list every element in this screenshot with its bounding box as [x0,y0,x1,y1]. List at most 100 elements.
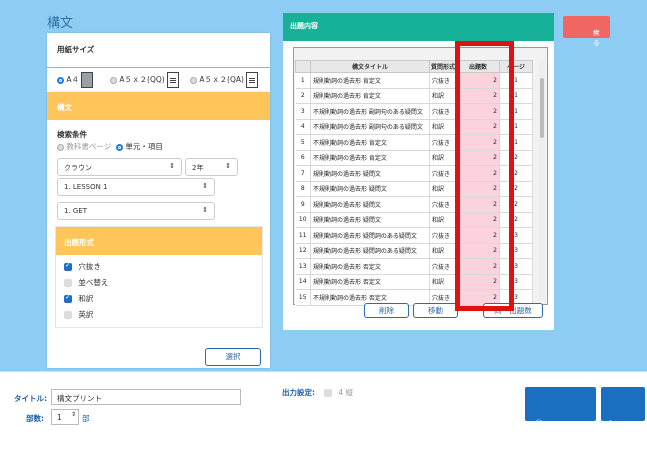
output-settings-label: 出力設定: [282,388,315,397]
preview-button-label: プレビュー [535,420,543,473]
row-title: 不規則動詞の過去形 疑問文 [310,181,430,197]
title-input[interactable]: 構文プリント [51,389,241,405]
radio-textbook-label: 教科書ページ [66,142,112,151]
row-title: 規則動詞の過去形 疑問文 [310,212,430,228]
questions-panel-header: 出題内容 [283,13,554,41]
radio-textbook-icon[interactable] [57,143,64,151]
select-arrow-icon: ⇕ [225,162,231,170]
lesson-select[interactable]: 1. LESSON 1 ⇕ [57,178,215,196]
paper-a5qa-icon [246,72,259,88]
row-index: 13 [295,258,311,275]
highlight-frame [455,41,514,311]
table-scrollbar[interactable] [539,60,545,300]
print-button[interactable]: ⎙ 印刷 [601,387,645,440]
scrollbar-thumb[interactable] [540,78,544,138]
row-format: 穴抜き [429,165,457,182]
paper-option-a5qa[interactable]: A５ｘ２(QA) [190,72,259,88]
radio-a5qq[interactable] [110,76,117,84]
select-arrow-icon: ⇕ [202,182,208,190]
textbook-select[interactable]: クラウン ⇕ [57,158,182,176]
format-fill-blank-label: 穴抜き [78,262,101,271]
radio-unit-item[interactable]: 単元・項目 [116,141,163,152]
page-title: 構文 [47,16,74,31]
grade-select[interactable]: 2年 ⇕ [185,158,238,176]
output-setting-label: 4 縦 [338,388,354,397]
select-arrow-icon: ⇕ [202,206,208,214]
radio-a4[interactable] [57,76,64,84]
row-index: 10 [295,212,311,228]
output-checkbox[interactable] [324,389,332,397]
select-button[interactable]: 選択 [205,348,261,366]
paper-a4-icon [81,72,94,88]
question-format-box: 出題形式 穴抜き 並べ替え 和訳 英訳 [55,226,263,328]
question-format-header: 出題形式 [56,227,262,255]
row-index: 11 [295,227,311,244]
format-translate-en[interactable]: 英訳 [64,309,93,320]
row-format: 和訳 [429,88,457,104]
row-format: 和訳 [429,181,457,197]
row-format: 穴抜き [429,258,457,275]
textbook-select-value: クラウン [64,164,92,172]
format-translate-jp-label: 和訳 [78,294,94,303]
main-area: 構文 用紙サイズ A４ A５ｘ２(QQ) A５ｘ２(QA) 構文 検索条件 教科… [0,0,647,371]
row-title: 規則動詞の過去形 否定文 [310,258,430,275]
radio-unit-label: 単元・項目 [125,142,163,151]
row-title: 規則動詞の過去形 否定文 [310,274,430,290]
syntax-card: 構文 検索条件 教科書ページ 単元・項目 クラウン ⇕ 2年 ⇕ 1. LESS… [47,92,270,368]
title-field-label: タイトル: [14,394,47,403]
checkbox-reorder[interactable] [64,279,72,287]
row-title: 規則動詞の過去形 疑問詞のある疑問文 [310,227,430,244]
lesson-select-value: 1. LESSON 1 [64,183,108,191]
row-title: 不規則動詞の過去形 副詞句のある疑問文 [310,103,430,120]
paper-option-a5qa-label: A５ｘ２(QA) [199,75,244,84]
row-format: 穴抜き [429,72,457,89]
checkbox-translate-jp[interactable] [64,293,72,303]
row-index: 1 [295,72,311,89]
preview-button[interactable]: 🔍︎ プレビュー [525,387,596,473]
row-index: 12 [295,243,311,259]
paper-option-a5qq-label: A５ｘ２(QQ) [119,75,165,84]
stepper-icon[interactable]: ⇕ [71,411,76,418]
print-button-label: 印刷 [607,420,615,440]
paper-size-label: 用紙サイズ [57,45,95,54]
syntax-section-label: 構文 [57,103,72,112]
col-header-format[interactable]: 質問形式 [429,60,457,73]
row-index: 4 [295,119,311,135]
output-setting-option[interactable]: 4 縦 [324,387,353,398]
row-format: 和訳 [429,150,457,166]
item-select[interactable]: 1. GET ⇕ [57,202,215,220]
row-title: 不規則動詞の過去形 肯定文 [310,150,430,166]
row-index: 5 [295,134,311,151]
paper-option-a5qq[interactable]: A５ｘ２(QQ) [110,72,180,88]
copies-value: 1 [57,413,62,422]
bottom-bar: タイトル: 構文プリント 部数: 1 ⇕ 部 出力設定: 4 縦 🔍︎ プレビュ… [0,371,647,473]
delete-button[interactable]: 削除 [364,303,409,318]
format-translate-jp[interactable]: 和訳 [64,293,93,304]
copies-input[interactable]: 1 ⇕ [51,409,79,425]
row-format: 穴抜き [429,134,457,151]
copies-label: 部数: [26,414,44,423]
paper-size-header-card: 用紙サイズ [47,33,270,67]
item-select-value: 1. GET [64,207,88,215]
back-button[interactable]: ⇦ 戻る [563,16,610,47]
radio-unit-icon[interactable] [116,143,123,151]
format-reorder[interactable]: 並べ替え [64,277,108,288]
row-index: 3 [295,103,311,120]
row-title: 不規則動詞の過去形 副詞句のある疑問文 [310,119,430,135]
radio-a5qa[interactable] [190,76,197,84]
checkbox-translate-en[interactable] [64,311,72,319]
questions-panel-title: 出題内容 [290,22,318,30]
row-index: 9 [295,196,311,213]
paper-size-options: A４ A５ｘ２(QQ) A５ｘ２(QA) [47,68,270,92]
paper-option-a4[interactable]: A４ [57,72,94,88]
col-header-title[interactable]: 構文タイトル [310,60,430,73]
format-fill-blank[interactable]: 穴抜き [64,261,101,272]
row-index: 6 [295,150,311,166]
row-index: 2 [295,88,311,104]
row-title: 規則動詞の過去形 疑問詞のある疑問文 [310,243,430,259]
radio-textbook-page[interactable]: 教科書ページ [57,141,111,152]
move-button[interactable]: 移動 [413,303,458,318]
row-format: 和訳 [429,243,457,259]
checkbox-fill-blank[interactable] [64,261,72,271]
row-index: 14 [295,274,311,290]
